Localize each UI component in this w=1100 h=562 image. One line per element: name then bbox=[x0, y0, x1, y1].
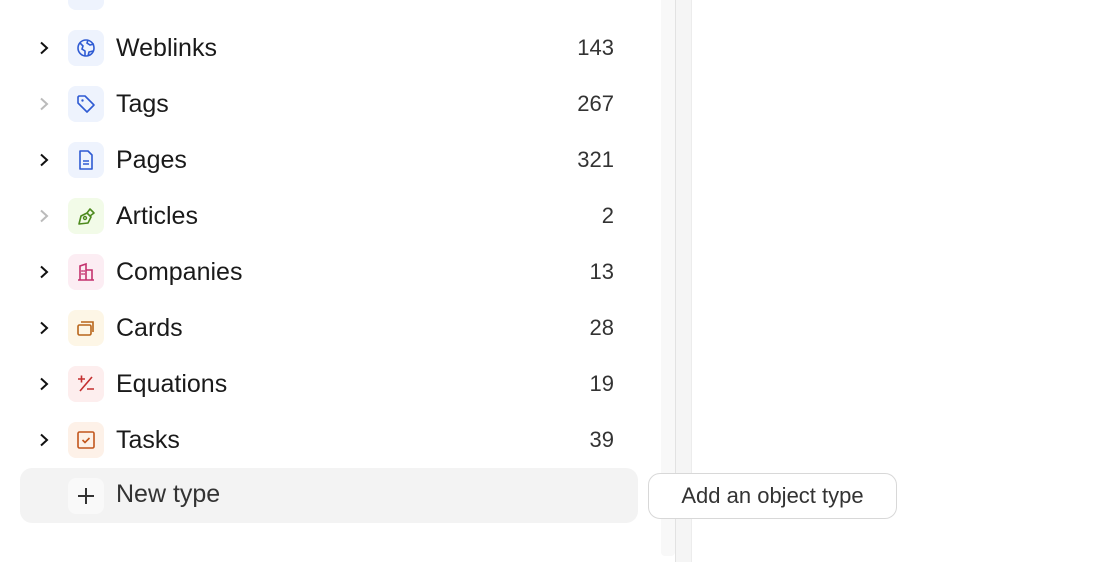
object-type-row[interactable]: Cards 28 bbox=[0, 300, 660, 356]
object-type-row[interactable]: Pages 321 bbox=[0, 132, 660, 188]
object-type-list: Tweets 57 Weblinks 143 Tags 267 Pages 32… bbox=[0, 0, 660, 468]
plus-minus-icon bbox=[68, 366, 104, 402]
object-type-row[interactable]: Tweets 57 bbox=[0, 0, 660, 20]
chevron-right-icon[interactable] bbox=[34, 0, 54, 2]
chevron-right-icon[interactable] bbox=[34, 318, 54, 338]
object-type-row[interactable]: Weblinks 143 bbox=[0, 20, 660, 76]
object-type-count: 13 bbox=[589, 259, 614, 284]
object-type-label: Equations bbox=[116, 369, 228, 398]
chevron-right-icon[interactable] bbox=[34, 430, 54, 450]
chevron-right-icon[interactable] bbox=[34, 94, 54, 114]
tooltip: Add an object type bbox=[648, 473, 897, 519]
chevron-right-icon[interactable] bbox=[34, 374, 54, 394]
chevron-right-icon[interactable] bbox=[34, 150, 54, 170]
object-type-row[interactable]: Tasks 39 bbox=[0, 412, 660, 468]
object-type-count: 2 bbox=[601, 203, 614, 228]
object-type-label: Tweets bbox=[116, 0, 195, 7]
chevron-right-icon[interactable] bbox=[34, 206, 54, 226]
twitter-icon bbox=[68, 0, 104, 10]
tooltip-text: Add an object type bbox=[681, 483, 864, 508]
cards-icon bbox=[68, 310, 104, 346]
object-type-row[interactable]: Companies 13 bbox=[0, 244, 660, 300]
object-type-row[interactable]: Articles 2 bbox=[0, 188, 660, 244]
object-types-panel: Tweets 57 Weblinks 143 Tags 267 Pages 32… bbox=[0, 0, 660, 562]
object-type-label: Tasks bbox=[116, 425, 180, 454]
object-type-count: 39 bbox=[589, 427, 614, 452]
object-type-count: 19 bbox=[589, 371, 614, 396]
chevron-right-icon[interactable] bbox=[34, 38, 54, 58]
object-type-row[interactable]: Equations 19 bbox=[0, 356, 660, 412]
object-type-count: 143 bbox=[577, 35, 614, 60]
object-type-count: 321 bbox=[577, 147, 614, 172]
object-type-label: Pages bbox=[116, 145, 187, 174]
pen-nib-icon bbox=[68, 198, 104, 234]
object-type-row[interactable]: Tags 267 bbox=[0, 76, 660, 132]
object-type-count: 267 bbox=[577, 91, 614, 116]
object-type-count: 28 bbox=[589, 315, 614, 340]
plus-icon bbox=[68, 478, 104, 514]
object-type-label: Articles bbox=[116, 201, 198, 230]
chevron-right-icon[interactable] bbox=[34, 262, 54, 282]
new-type-label: New type bbox=[116, 480, 221, 508]
object-type-label: Companies bbox=[116, 257, 243, 286]
tag-icon bbox=[68, 86, 104, 122]
new-type-button[interactable]: New type bbox=[20, 468, 638, 523]
page-icon bbox=[68, 142, 104, 178]
object-type-label: Weblinks bbox=[116, 33, 217, 62]
checkbox-icon bbox=[68, 422, 104, 458]
building-icon bbox=[68, 254, 104, 290]
object-type-label: Cards bbox=[116, 313, 183, 342]
object-type-label: Tags bbox=[116, 89, 169, 118]
globe-icon bbox=[68, 30, 104, 66]
object-type-count: 57 bbox=[590, 0, 614, 5]
